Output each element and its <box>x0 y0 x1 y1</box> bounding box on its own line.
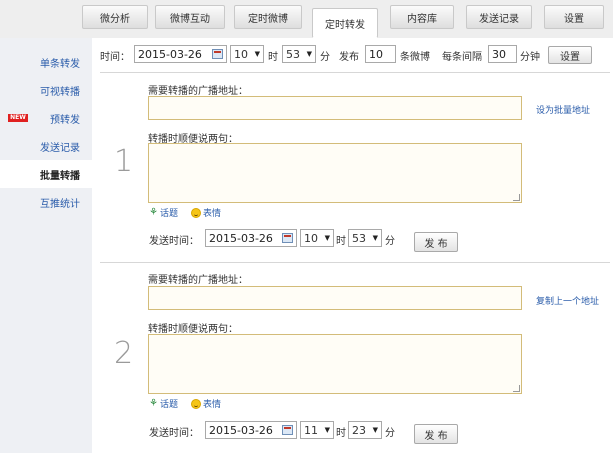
interval-label: 每条间隔 <box>442 52 482 63</box>
send-minute-select[interactable]: 53 ▼ <box>348 229 382 247</box>
top-tab-bar: 微分析 微博互动 定时微博 定时转发 内容库 发送记录 设置 <box>0 0 613 38</box>
minute-unit: 分 <box>385 236 395 247</box>
entry-number: 2 <box>114 336 134 371</box>
send-time-label: 发送时间： <box>149 236 199 247</box>
sidebar-item-label: 可视转播 <box>40 86 80 98</box>
emoji-label: 表情 <box>203 209 222 219</box>
send-minute-select[interactable]: 23 ▼ <box>348 421 382 439</box>
post-count-input[interactable]: 10 <box>365 45 396 63</box>
post-count-value: 10 <box>369 47 383 61</box>
send-date-field[interactable]: 2015-03-26 <box>205 421 297 439</box>
interval-input[interactable]: 30 <box>488 45 517 63</box>
topic-label: 话题 <box>159 400 178 410</box>
calendar-icon[interactable] <box>282 233 293 243</box>
send-hour-select[interactable]: 10 ▼ <box>300 229 334 247</box>
dropdown-arrow-icon: ▼ <box>324 426 330 434</box>
resize-handle[interactable] <box>513 385 520 392</box>
divider <box>100 72 610 73</box>
send-hour-value: 10 <box>304 231 318 245</box>
url-label: 需要转播的广播地址： <box>148 275 248 286</box>
tab-analysis[interactable]: 微分析 <box>82 5 148 29</box>
sidebar-item-send-history[interactable]: 发送记录 <box>0 132 92 160</box>
url-input[interactable] <box>148 96 522 120</box>
sidebar-item-label: 批量转播 <box>40 170 80 182</box>
emoji-label: 表情 <box>203 400 222 410</box>
send-hour-select[interactable]: 11 ▼ <box>300 421 334 439</box>
dropdown-arrow-icon: ▼ <box>372 426 378 434</box>
tab-send-history[interactable]: 发送记录 <box>466 5 532 29</box>
send-hour-value: 11 <box>304 423 318 437</box>
tab-scheduled-post[interactable]: 定时微博 <box>234 5 302 29</box>
sidebar-item-label: 单条转发 <box>40 58 80 70</box>
dropdown-arrow-icon: ▼ <box>306 50 312 58</box>
send-time-label: 发送时间： <box>149 428 199 439</box>
set-button[interactable]: 设置 <box>548 46 592 64</box>
new-badge: NEW <box>8 114 28 122</box>
minute-value: 53 <box>286 47 300 61</box>
hour-unit: 时 <box>268 52 278 63</box>
hour-unit: 时 <box>336 236 346 247</box>
time-label: 时间： <box>100 52 130 63</box>
hour-value: 10 <box>234 47 248 61</box>
dropdown-arrow-icon: ▼ <box>372 234 378 242</box>
emoji-button[interactable]: 表情 <box>191 206 221 219</box>
copy-previous-address-link[interactable]: 复制上一个地址 <box>536 294 599 307</box>
resize-handle[interactable] <box>513 194 520 201</box>
dropdown-arrow-icon: ▼ <box>254 50 260 58</box>
date-field[interactable]: 2015-03-26 <box>134 45 227 63</box>
calendar-icon[interactable] <box>282 425 293 435</box>
topic-button[interactable]: ⚘ 话题 <box>149 206 178 219</box>
interval-value: 30 <box>492 47 506 61</box>
minute-unit: 分 <box>385 428 395 439</box>
sidebar-item-pre-repost[interactable]: NEW 预转发 <box>0 104 92 132</box>
send-date-value: 2015-03-26 <box>209 423 273 437</box>
calendar-icon[interactable] <box>212 49 223 59</box>
topic-icon: ⚘ <box>149 398 158 409</box>
sidebar-item-visual-repost[interactable]: 可视转播 <box>0 76 92 104</box>
send-date-value: 2015-03-26 <box>209 231 273 245</box>
hour-select[interactable]: 10 ▼ <box>230 45 264 63</box>
send-minute-value: 53 <box>352 231 366 245</box>
entry-number: 1 <box>114 144 134 179</box>
comment-textarea[interactable] <box>148 143 522 203</box>
publish-button[interactable]: 发 布 <box>414 424 458 444</box>
emoji-button[interactable]: 表情 <box>191 397 221 410</box>
sidebar: 单条转发 可视转播 NEW 预转发 发送记录 批量转播 互推统计 <box>0 38 92 453</box>
divider <box>100 262 610 263</box>
tab-scheduled-repost[interactable]: 定时转发 <box>312 8 378 38</box>
sidebar-item-label: 发送记录 <box>40 142 80 154</box>
tab-content-library[interactable]: 内容库 <box>390 5 454 29</box>
hour-unit: 时 <box>336 428 346 439</box>
topic-label: 话题 <box>159 209 178 219</box>
date-value: 2015-03-26 <box>138 47 202 61</box>
minute-unit: 分 <box>320 52 330 63</box>
tab-settings[interactable]: 设置 <box>544 5 604 29</box>
minute-select[interactable]: 53 ▼ <box>282 45 316 63</box>
send-date-field[interactable]: 2015-03-26 <box>205 229 297 247</box>
publish-label: 发布 <box>339 52 359 63</box>
publish-button[interactable]: 发 布 <box>414 232 458 252</box>
smile-icon <box>191 398 201 409</box>
comment-textarea[interactable] <box>148 334 522 394</box>
post-count-unit: 条微博 <box>400 52 430 63</box>
interval-unit: 分钟 <box>520 52 540 63</box>
smile-icon <box>191 207 201 218</box>
sidebar-item-single-repost[interactable]: 单条转发 <box>0 48 92 76</box>
url-label: 需要转播的广播地址： <box>148 86 248 97</box>
url-input[interactable] <box>148 286 522 310</box>
sidebar-item-label: 互推统计 <box>40 198 80 210</box>
topic-button[interactable]: ⚘ 话题 <box>149 397 178 410</box>
comment-label: 转播时顺便说两句： <box>148 324 238 335</box>
tab-interaction[interactable]: 微博互动 <box>155 5 225 29</box>
sidebar-item-mutual-stats[interactable]: 互推统计 <box>0 188 92 216</box>
main-panel: 时间： 2015-03-26 10 ▼ 时 53 ▼ 分 发布 10 条微博 每条间… <box>92 38 613 453</box>
sidebar-item-batch-repost[interactable]: 批量转播 <box>0 160 92 188</box>
dropdown-arrow-icon: ▼ <box>324 234 330 242</box>
sidebar-item-label: 预转发 <box>50 114 80 126</box>
topic-icon: ⚘ <box>149 207 158 218</box>
send-minute-value: 23 <box>352 423 366 437</box>
set-batch-address-link[interactable]: 设为批量地址 <box>536 103 590 116</box>
